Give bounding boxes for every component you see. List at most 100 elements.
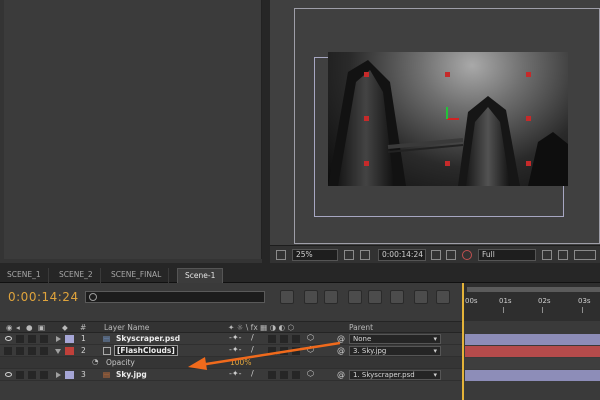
frame-blend-switch[interactable]: [280, 347, 288, 355]
layer-duration-bar[interactable]: [465, 334, 600, 345]
playhead[interactable]: [462, 283, 464, 400]
anchor-point-y-axis[interactable]: [446, 107, 448, 119]
layer-search-input[interactable]: [85, 291, 265, 303]
grid-guide-icon[interactable]: [344, 250, 354, 260]
channel-icon[interactable]: [462, 250, 472, 260]
quality-switch-icon[interactable]: /: [251, 333, 254, 342]
3d-layer-icon[interactable]: ⬡: [307, 333, 314, 342]
hash-icon[interactable]: #: [80, 323, 86, 332]
layer-duration-bar[interactable]: [465, 346, 600, 357]
effect-switch[interactable]: [268, 335, 276, 343]
frame-blending-button[interactable]: [368, 290, 382, 304]
layer-duration-bar[interactable]: [465, 370, 600, 381]
layer-name-header[interactable]: Layer Name: [104, 323, 149, 332]
hide-shy-layers-button[interactable]: [348, 290, 362, 304]
audio-toggle[interactable]: [16, 347, 24, 355]
transform-handle[interactable]: [445, 72, 450, 77]
layer-name[interactable]: Skyscraper.psd: [116, 334, 180, 343]
transform-handle[interactable]: [364, 161, 369, 166]
camera-view-dropdown[interactable]: [574, 250, 596, 260]
magnification-dropdown[interactable]: 25%: [292, 249, 338, 261]
solo-toggle[interactable]: [28, 371, 36, 379]
tab-scene-1-comp[interactable]: Scene-1: [177, 268, 224, 283]
transparency-grid-icon[interactable]: [558, 250, 568, 260]
label-color-swatch[interactable]: [65, 335, 74, 343]
video-toggle[interactable]: [4, 347, 12, 355]
lock-toggle[interactable]: [40, 371, 48, 379]
transform-handle[interactable]: [445, 161, 450, 166]
composition-mini-flowchart-button[interactable]: [280, 290, 294, 304]
quality-switch-icon[interactable]: /: [251, 369, 254, 378]
layer-row[interactable]: 1 ▤ Skyscraper.psd -✦- / ⬡ @ None: [0, 333, 462, 345]
quality-switch-icon[interactable]: /: [251, 345, 254, 354]
eye-icon[interactable]: [5, 372, 12, 377]
shy-switch-icon[interactable]: -✦-: [229, 345, 241, 354]
audio-toggle[interactable]: [16, 371, 24, 379]
tab-scene-final[interactable]: SCENE_FINAL: [104, 268, 170, 283]
transform-handle[interactable]: [526, 116, 531, 121]
lock-icon[interactable]: ▣: [38, 323, 45, 332]
always-preview-icon[interactable]: [276, 250, 286, 260]
parent-dropdown[interactable]: 3. Sky.jpg: [349, 346, 441, 356]
transform-handle[interactable]: [364, 116, 369, 121]
layer-row[interactable]: 3 ▤ Sky.jpg -✦- / ⬡ @ 1. Skyscraper.psd: [0, 369, 462, 381]
3d-layer-icon[interactable]: ⬡: [307, 369, 314, 378]
panel-divider[interactable]: [262, 0, 270, 263]
3d-layer-icon[interactable]: ⬡: [307, 345, 314, 354]
expand-arrow-icon[interactable]: [56, 336, 61, 342]
pick-whip-icon[interactable]: @: [337, 346, 345, 355]
current-time-display[interactable]: 0:00:14:24: [378, 249, 426, 261]
draft-3d-button[interactable]: [324, 290, 338, 304]
label-color-swatch[interactable]: [65, 371, 74, 379]
current-time[interactable]: 0:00:14:24: [8, 290, 79, 304]
opacity-value[interactable]: 100%: [230, 358, 251, 367]
pick-whip-icon[interactable]: @: [337, 334, 345, 343]
layer-name-edit-field[interactable]: [FlashClouds]: [114, 345, 178, 356]
transform-handle[interactable]: [364, 72, 369, 77]
motion-blur-switch[interactable]: [292, 371, 300, 379]
switches-header-icon[interactable]: ✦ ☼ \ fx ▦ ◑ ◐ ⬡: [228, 323, 294, 332]
solo-toggle[interactable]: [28, 347, 36, 355]
show-snapshot-icon[interactable]: [446, 250, 456, 260]
effect-switch[interactable]: [268, 347, 276, 355]
label-icon[interactable]: ◆: [62, 323, 68, 332]
expand-arrow-icon[interactable]: [56, 372, 61, 378]
frame-blend-switch[interactable]: [280, 335, 288, 343]
lock-toggle[interactable]: [40, 335, 48, 343]
resolution-dropdown[interactable]: Full: [478, 249, 536, 261]
stopwatch-icon[interactable]: ◔: [92, 357, 99, 366]
pick-whip-icon[interactable]: @: [337, 370, 345, 379]
eye-icon[interactable]: ◉: [6, 323, 13, 332]
label-color-swatch[interactable]: [65, 347, 74, 355]
graph-editor-button[interactable]: [436, 290, 450, 304]
shy-switch-icon[interactable]: -✦-: [229, 369, 241, 378]
live-update-button[interactable]: [304, 290, 318, 304]
frame-blend-switch[interactable]: [280, 371, 288, 379]
tab-scene-1[interactable]: SCENE_1: [0, 268, 49, 283]
effect-switch[interactable]: [268, 371, 276, 379]
lock-toggle[interactable]: [40, 347, 48, 355]
eye-icon[interactable]: [5, 336, 12, 341]
audio-toggle[interactable]: [16, 335, 24, 343]
parent-dropdown[interactable]: None: [349, 334, 441, 344]
motion-blur-button[interactable]: [390, 290, 404, 304]
work-area-bar[interactable]: [467, 287, 600, 292]
snapshot-icon[interactable]: [431, 250, 441, 260]
transform-handle[interactable]: [526, 161, 531, 166]
audio-icon[interactable]: ◂: [16, 323, 20, 332]
parent-header[interactable]: Parent: [349, 323, 373, 332]
skyscraper-image[interactable]: [328, 52, 568, 186]
layer-row[interactable]: 2 [FlashClouds] -✦- / ⬡ @ 3. Sky.jpg: [0, 345, 462, 357]
parent-dropdown[interactable]: 1. Skyscraper.psd: [349, 370, 441, 380]
motion-blur-switch[interactable]: [292, 335, 300, 343]
time-ruler[interactable]: 00s 01s 02s 03s: [462, 283, 600, 321]
solo-icon[interactable]: ●: [26, 323, 33, 332]
mask-visibility-icon[interactable]: [360, 250, 370, 260]
tab-scene-2[interactable]: SCENE_2: [52, 268, 101, 283]
motion-blur-switch[interactable]: [292, 347, 300, 355]
collapse-arrow-icon[interactable]: [55, 349, 61, 354]
layer-name[interactable]: Sky.jpg: [116, 370, 147, 379]
anchor-point-x-axis[interactable]: [447, 118, 459, 120]
solo-toggle[interactable]: [28, 335, 36, 343]
composition-viewer[interactable]: [270, 0, 600, 245]
